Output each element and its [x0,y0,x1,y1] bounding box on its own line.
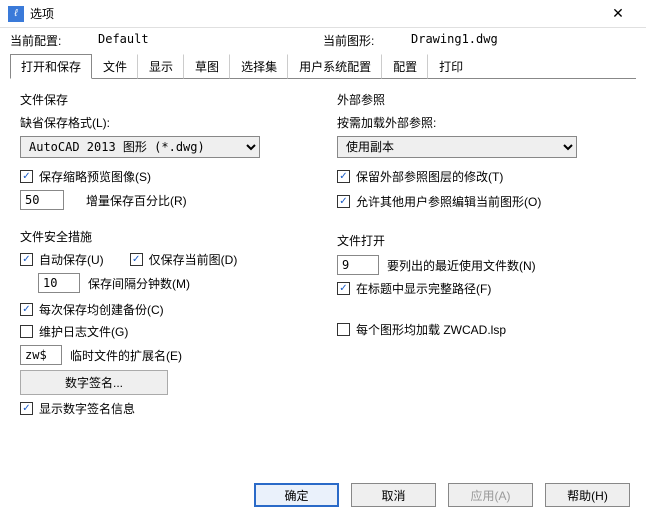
current-only-label: 仅保存当前图(D) [149,251,238,268]
full-path-label: 在标题中显示完整路径(F) [356,280,491,297]
load-lsp-label: 每个图形均加载 ZWCAD.lsp [356,321,506,338]
safety-title: 文件安全措施 [20,228,309,245]
tab-panel: 文件保存 缺省保存格式(L): AutoCAD 2013 图形 (*.dwg) … [10,79,636,445]
recent-count-input[interactable] [337,255,379,275]
tab-draft[interactable]: 草图 [184,54,230,79]
dialog-footer: 确定 取消 应用(A) 帮助(H) [0,483,646,519]
tab-file[interactable]: 文件 [92,54,138,79]
current-config-value: Default [98,32,149,49]
xref-group: 外部参照 按需加载外部参照: 使用副本 保留外部参照图层的修改(T) 允许其他用… [337,91,626,210]
tab-open-save[interactable]: 打开和保存 [10,54,92,79]
file-save-group: 文件保存 缺省保存格式(L): AutoCAD 2013 图形 (*.dwg) … [20,91,309,210]
temp-ext-input[interactable] [20,345,62,365]
temp-ext-label: 临时文件的扩展名(E) [70,347,182,364]
safety-group: 文件安全措施 自动保存(U) 仅保存当前图(D) 保存间隔分钟数(M) [20,228,309,417]
allow-edit-checkbox[interactable] [337,195,350,208]
titlebar: ℓ 选项 ✕ [0,0,646,28]
file-open-group: 文件打开 要列出的最近使用文件数(N) 在标题中显示完整路径(F) [337,232,626,297]
tab-profiles[interactable]: 配置 [382,54,428,79]
tabstrip: 打开和保存 文件 显示 草图 选择集 用户系统配置 配置 打印 [10,53,636,79]
current-config-label: 当前配置: [10,32,98,49]
autosave-checkbox[interactable] [20,253,33,266]
show-digital-sig-label: 显示数字签名信息 [39,400,135,417]
incremental-percent-label: 增量保存百分比(R) [86,192,187,209]
tab-display[interactable]: 显示 [138,54,184,79]
apply-button[interactable]: 应用(A) [448,483,533,507]
xref-load-label: 按需加载外部参照: [337,114,436,131]
show-digital-sig-checkbox[interactable] [20,402,33,415]
save-thumbnail-checkbox[interactable] [20,170,33,183]
interval-label: 保存间隔分钟数(M) [88,275,190,292]
lsp-group: 每个图形均加载 ZWCAD.lsp [337,321,626,338]
help-button[interactable]: 帮助(H) [545,483,630,507]
xref-title: 外部参照 [337,91,626,108]
save-thumbnail-label: 保存缩略预览图像(S) [39,168,151,185]
keep-layer-label: 保留外部参照图层的修改(T) [356,168,503,185]
load-lsp-checkbox[interactable] [337,323,350,336]
window-title: 选项 [30,5,598,22]
current-drawing-label: 当前图形: [323,32,411,49]
current-only-checkbox[interactable] [130,253,143,266]
app-icon: ℓ [8,6,24,22]
tab-selection[interactable]: 选择集 [230,54,288,79]
keep-layer-checkbox[interactable] [337,170,350,183]
xref-load-select[interactable]: 使用副本 [337,136,577,158]
log-label: 维护日志文件(G) [39,323,128,340]
allow-edit-label: 允许其他用户参照编辑当前图形(O) [356,193,541,210]
left-column: 文件保存 缺省保存格式(L): AutoCAD 2013 图形 (*.dwg) … [20,91,309,435]
autosave-label: 自动保存(U) [39,251,104,268]
full-path-checkbox[interactable] [337,282,350,295]
ok-button[interactable]: 确定 [254,483,339,507]
backup-label: 每次保存均创建备份(C) [39,301,164,318]
close-icon[interactable]: ✕ [598,0,638,28]
recent-count-label: 要列出的最近使用文件数(N) [387,257,536,274]
log-checkbox[interactable] [20,325,33,338]
current-drawing-value: Drawing1.dwg [411,32,498,49]
tab-print[interactable]: 打印 [428,54,474,79]
backup-checkbox[interactable] [20,303,33,316]
digital-signature-button[interactable]: 数字签名... [20,370,168,395]
default-format-select[interactable]: AutoCAD 2013 图形 (*.dwg) [20,136,260,158]
interval-input[interactable] [38,273,80,293]
file-open-title: 文件打开 [337,232,626,249]
profile-row: 当前配置: Default 当前图形: Drawing1.dwg [10,28,636,51]
file-save-title: 文件保存 [20,91,309,108]
tab-user-prefs[interactable]: 用户系统配置 [288,54,382,79]
cancel-button[interactable]: 取消 [351,483,436,507]
incremental-percent-input[interactable] [20,190,64,210]
right-column: 外部参照 按需加载外部参照: 使用副本 保留外部参照图层的修改(T) 允许其他用… [337,91,626,435]
default-format-label: 缺省保存格式(L): [20,114,110,131]
